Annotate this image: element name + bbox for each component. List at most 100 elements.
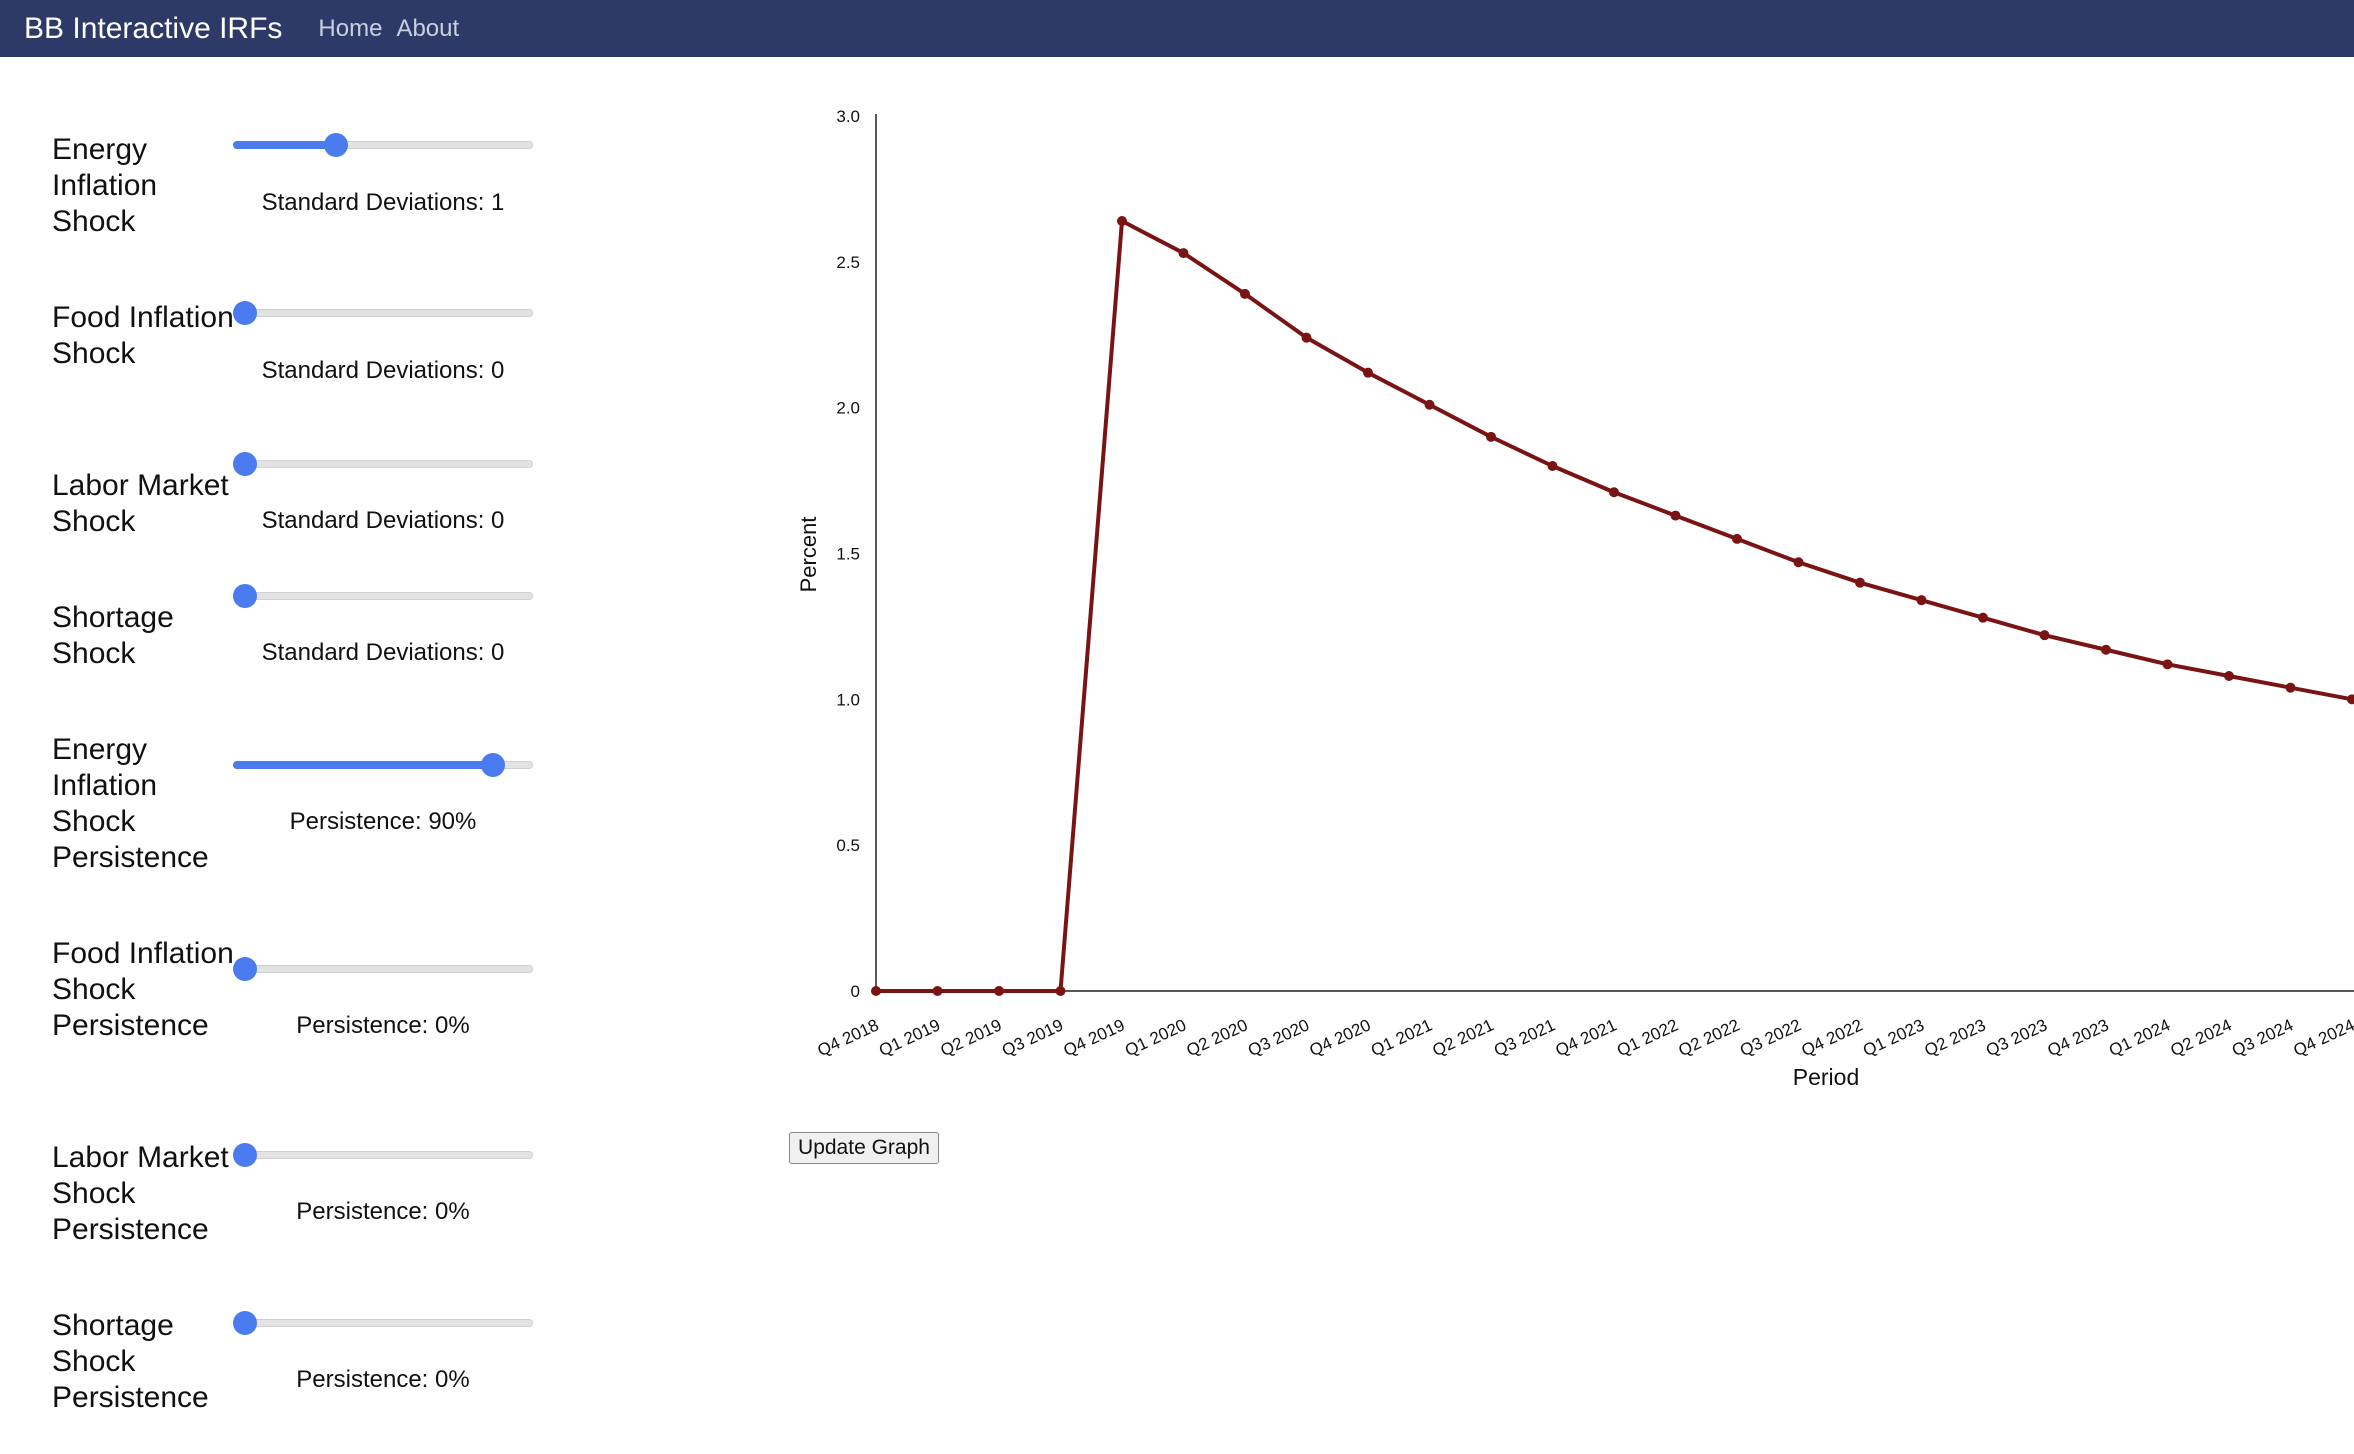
x-tick-label: Q3 2023 [1983,1015,2050,1060]
x-tick-label: Q2 2020 [1184,1015,1251,1060]
data-point [1609,487,1619,498]
slider-thumb[interactable] [233,584,257,608]
x-tick-label: Q3 2022 [1737,1015,1804,1060]
shortage-shock-slider[interactable] [233,583,533,609]
x-tick-label: Q1 2023 [1860,1015,1927,1060]
food-shock-value: Standard Deviations: 0 [261,357,505,384]
energy-persistence-slider[interactable] [233,752,533,778]
x-tick-label: Q4 2022 [1799,1015,1866,1060]
slider-thumb[interactable] [233,452,257,476]
data-point [1670,510,1681,521]
labor-shock-value: Standard Deviations: 0 [261,507,505,534]
x-tick-label: Q4 2024 [2291,1015,2354,1060]
shortage-shock-value: Standard Deviations: 0 [261,639,505,666]
x-tick-label: Q2 2019 [938,1015,1005,1060]
data-point [1486,431,1496,442]
data-point [1793,557,1804,568]
shortage-persistence-slider[interactable] [233,1310,533,1336]
data-point [1055,986,1066,996]
data-point [994,986,1004,996]
x-tick-label: Q4 2023 [2045,1015,2112,1060]
y-tick-label: 0 [851,982,860,1001]
x-tick-label: Q3 2024 [2229,1015,2296,1060]
data-point [1178,248,1189,259]
brand-link[interactable]: BB Interactive IRFs [24,12,282,46]
x-tick-label: Q3 2020 [1245,1015,1312,1060]
x-axis-title: Period [1793,1064,1859,1090]
x-tick-label: Q1 2024 [2106,1015,2173,1060]
slider-track [233,460,533,468]
y-axis-title: Percent [796,517,821,593]
data-point [871,986,881,996]
y-tick-label: 3.0 [836,107,860,126]
slider-fill [233,761,494,769]
x-tick-label: Q2 2022 [1676,1015,1743,1060]
labor-shock-slider[interactable] [233,451,533,477]
slider-thumb[interactable] [233,1143,257,1167]
y-tick-label: 2.5 [836,253,860,272]
y-tick-label: 2.0 [836,399,860,418]
data-point [1978,612,1988,623]
x-tick-label: Q1 2022 [1614,1015,1681,1060]
y-tick-label: 0.5 [836,836,860,855]
slider-fill [233,141,337,149]
update-graph-button[interactable]: Update Graph [789,1132,939,1164]
irf-line-chart: 0 0.5 1.0 1.5 2.0 2.5 3.0 Q4 2018Q1 2019Q2 2019… [796,107,2354,1090]
energy-persistence-value: Persistence: 90% [289,808,477,835]
slider-thumb[interactable] [233,957,257,981]
data-point [932,986,943,996]
x-tick-label: Q1 2019 [876,1015,943,1060]
x-tick-label: Q3 2019 [999,1015,1066,1060]
data-point [1240,288,1250,299]
x-tick-label: Q2 2023 [1922,1015,1989,1060]
food-shock-label: Food Inflation Shock [52,301,234,370]
slider-thumb[interactable] [481,753,506,777]
energy-shock-value: Standard Deviations: 1 [261,189,505,216]
data-point [1117,216,1127,226]
nav-home-link[interactable]: Home [318,15,382,43]
data-point [1424,399,1435,410]
slider-thumb[interactable] [324,133,349,157]
labor-persistence-slider[interactable] [233,1142,533,1168]
data-point [1732,533,1742,544]
x-tick-label: Q4 2018 [815,1015,882,1060]
x-tick-label: Q3 2021 [1491,1015,1558,1060]
shortage-persistence-label: Shortage Shock Persistence [52,1309,209,1414]
y-tick-label: 1.0 [836,690,860,709]
labor-persistence-value: Persistence: 0% [296,1198,470,1225]
x-tick-label: Q4 2021 [1553,1015,1620,1060]
food-persistence-value: Persistence: 0% [296,1012,470,1039]
series-line [876,219,2353,993]
data-point [1301,332,1312,343]
x-tick-label: Q4 2019 [1061,1015,1128,1060]
slider-thumb[interactable] [233,301,257,325]
labor-persistence-label: Labor Market Shock Persistence [52,1141,229,1246]
data-point [1547,461,1558,471]
y-tick-label: 1.5 [836,545,860,564]
data-point [1363,367,1373,378]
navbar: BB Interactive IRFs Home About [0,0,2354,57]
energy-persistence-label: Energy Inflation Shock Persistence [52,733,209,874]
food-shock-slider[interactable] [233,300,533,326]
data-point [2224,671,2234,681]
nav-about-link[interactable]: About [396,15,459,43]
food-persistence-slider[interactable] [233,956,533,982]
x-tick-label: Q4 2020 [1307,1015,1374,1060]
slider-track [233,1151,533,1159]
data-point [1855,577,1865,588]
slider-track [233,309,533,317]
slider-track [233,592,533,600]
slider-track [233,965,533,973]
data-point [1916,595,1927,606]
food-persistence-label: Food Inflation Shock Persistence [52,937,234,1042]
energy-shock-slider[interactable] [233,132,533,158]
slider-thumb[interactable] [233,1311,257,1335]
data-point [2101,644,2111,655]
x-tick-label: Q1 2020 [1122,1015,1189,1060]
shortage-persistence-value: Persistence: 0% [296,1366,470,1393]
slider-track [233,1319,533,1327]
shortage-shock-label: Shortage Shock [52,601,174,670]
energy-shock-label: Energy Inflation Shock [52,133,158,238]
x-tick-label: Q1 2021 [1368,1015,1435,1060]
labor-shock-label: Labor Market Shock [52,469,229,538]
